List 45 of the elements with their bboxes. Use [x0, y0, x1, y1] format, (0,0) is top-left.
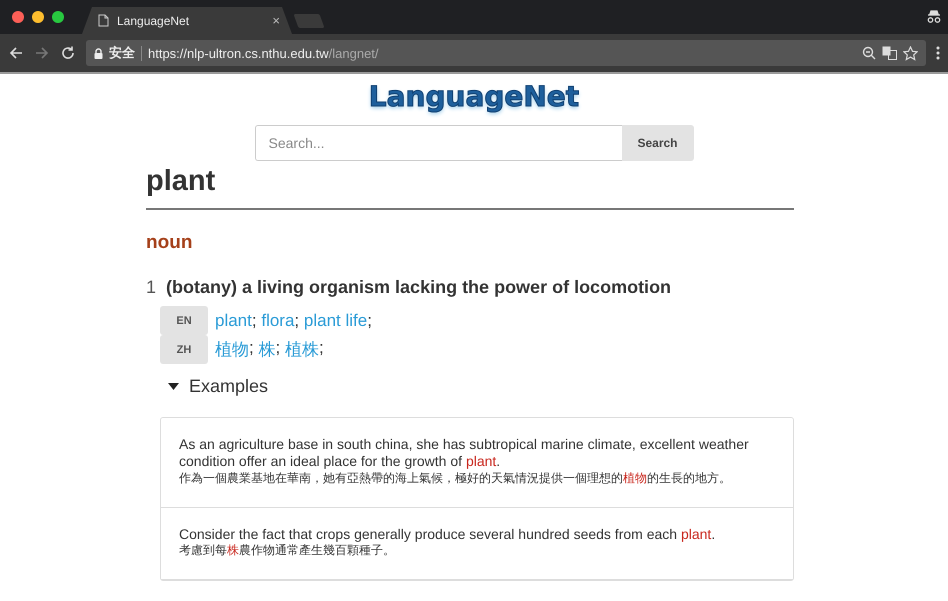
menu-icon[interactable] [936, 46, 940, 60]
star-icon[interactable] [903, 46, 918, 60]
headword: plant [146, 165, 794, 210]
zoom-icon[interactable] [862, 46, 876, 60]
lock-icon [94, 48, 103, 58]
term-link[interactable]: 植株 [284, 338, 319, 361]
term-link[interactable]: 植物 [215, 338, 249, 361]
search-field[interactable]: Search... [254, 125, 622, 161]
url-text: https://nlp-ultron.cs.nthu.edu.tw/langnet/ [148, 46, 379, 60]
sense-number: 1 [146, 277, 156, 298]
translate-icon[interactable] [882, 46, 897, 60]
example-translation: 作為一個農業基地在華南，她有亞熱帶的海上氣候，極好的天氣情況提供一個理想的植物的生長的地方。 [179, 470, 732, 487]
term-link[interactable]: 株 [258, 338, 276, 361]
search-button[interactable]: Search [622, 125, 694, 161]
part-of-speech: noun [146, 232, 194, 254]
example-translation: 考慮到每株農作物通常產生幾百顆種子。 [179, 542, 396, 560]
page-icon [98, 14, 109, 27]
separator: ; [318, 338, 324, 359]
separator: ; [294, 310, 300, 330]
language-tag: ZH [160, 335, 208, 364]
example-sentence: Consider the fact that crops generally produce several hundred seeds from each plant. [179, 526, 716, 542]
reload-icon[interactable] [60, 45, 76, 61]
separator: ; [249, 338, 254, 359]
separator: ; [252, 310, 257, 330]
back-icon[interactable] [8, 45, 24, 61]
incognito-icon [926, 8, 942, 24]
term-link[interactable]: flora [261, 310, 294, 330]
close-window-button[interactable] [12, 11, 24, 23]
address-bar[interactable]: 安全 https://nlp-ultron.cs.nthu.edu.tw/langnet/ [86, 40, 926, 66]
site-logo[interactable]: LanguageNet [368, 80, 580, 113]
tab-close-button[interactable]: × [272, 13, 280, 28]
caret-icon [168, 382, 179, 390]
sense-definition: (botany) a living organism lacking the power of locomotion [166, 277, 672, 298]
language-tag: EN [160, 306, 208, 335]
example-sentence: As an agriculture base in south china, she has subtropical marine climate, excellent weather condition offer an ideal place for the growth of plant. [179, 436, 750, 470]
minimize-window-button[interactable] [32, 11, 44, 23]
separator: ; [275, 338, 280, 359]
separator: ; [367, 310, 372, 330]
browser-tab[interactable]: LanguageNet × [82, 7, 292, 34]
forward-icon[interactable] [34, 45, 50, 61]
term-link[interactable]: plant [215, 310, 252, 330]
maximize-window-button[interactable] [52, 11, 64, 23]
term-link[interactable]: plant life [304, 310, 368, 330]
security-label: 安全 [109, 44, 135, 62]
examples-toggle[interactable]: Examples [168, 376, 794, 397]
